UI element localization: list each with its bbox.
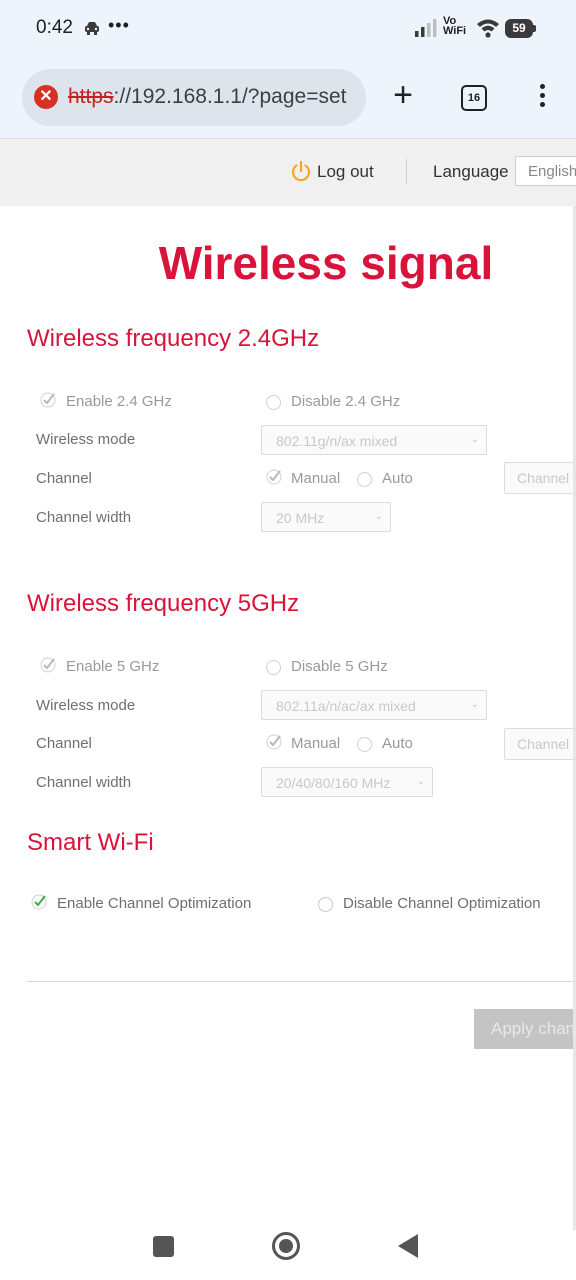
enable-24ghz-label: Enable 2.4 GHz (66, 393, 172, 410)
disable-24ghz-label: Disable 2.4 GHz (291, 393, 401, 410)
language-select[interactable]: English (515, 156, 576, 186)
power-icon[interactable] (290, 160, 312, 182)
enable-5ghz-label: Enable 5 GHz (66, 658, 160, 675)
manual-24-label: Manual (291, 470, 341, 487)
auto-24-radio[interactable] (357, 472, 372, 487)
car-icon (85, 22, 99, 35)
status-time: 0:42 (36, 17, 73, 38)
disable-24ghz-radio[interactable] (266, 395, 281, 410)
chevron-down-icon: ⌄ (416, 776, 425, 787)
logout-link[interactable]: Log out (317, 162, 374, 182)
enable-24ghz-radio[interactable] (40, 392, 56, 408)
wireless-mode-5-label: Wireless mode (36, 697, 136, 714)
browser-menu-icon[interactable] (532, 84, 552, 114)
disable-optimization-label: Disable Channel Optimization (343, 895, 541, 912)
wireless-mode-24-select[interactable]: 802.11g/n/ax mixed ⌄ (261, 425, 487, 455)
back-button[interactable] (398, 1234, 418, 1258)
enable-optimization-label: Enable Channel Optimization (57, 895, 252, 912)
home-button[interactable] (271, 1231, 301, 1261)
new-tab-button[interactable]: + (388, 78, 418, 114)
channel-width-24-value: 20 MHz (276, 510, 325, 526)
channel-24-input[interactable]: Channel (504, 462, 576, 494)
auto-24-label: Auto (382, 470, 413, 487)
wireless-mode-24-value: 802.11g/n/ax mixed (276, 433, 398, 449)
wireless-mode-24-label: Wireless mode (36, 431, 136, 448)
channel-width-24-select[interactable]: 20 MHz ⌄ (261, 502, 391, 532)
page-title: Wireless signal (158, 237, 494, 289)
chevron-down-icon: ⌄ (470, 434, 479, 445)
tab-switcher-button[interactable]: 16 (461, 85, 487, 111)
disable-5ghz-label: Disable 5 GHz (291, 658, 388, 675)
chevron-down-icon: ⌄ (374, 511, 383, 522)
channel-width-24-label: Channel width (36, 509, 132, 526)
url-rest: ://192.168.1.1/?page=set (113, 85, 347, 108)
enable-optimization-radio[interactable] (31, 894, 47, 910)
auto-5-label: Auto (382, 735, 413, 752)
section-divider (27, 981, 576, 982)
auto-5-radio[interactable] (357, 737, 372, 752)
channel-width-5-value: 20/40/80/160 MHz (276, 775, 391, 791)
header-divider (406, 159, 407, 184)
wireless-mode-5-select[interactable]: 802.11a/n/ac/ax mixed ⌄ (261, 690, 487, 720)
channel-5-input[interactable]: Channel (504, 728, 576, 760)
section-title-5ghz: Wireless frequency 5GHz (27, 590, 300, 617)
chevron-down-icon: ⌄ (470, 699, 479, 710)
enable-5ghz-radio[interactable] (40, 657, 56, 673)
disable-5ghz-radio[interactable] (266, 660, 281, 675)
manual-5-radio[interactable] (266, 734, 282, 750)
recents-button[interactable] (153, 1236, 174, 1257)
channel-5-label: Channel (36, 735, 92, 752)
manual-5-label: Manual (291, 735, 341, 752)
signal-icon (415, 19, 437, 37)
battery-tip (533, 25, 536, 32)
channel-width-5-select[interactable]: 20/40/80/160 MHz ⌄ (261, 767, 433, 797)
vowifi-line2: WiFi (443, 25, 467, 37)
apply-changes-button[interactable]: Apply changes (474, 1009, 576, 1049)
section-title-24ghz: Wireless frequency 2.4GHz (27, 325, 320, 352)
channel-width-5-label: Channel width (36, 774, 132, 791)
section-title-smart-wifi: Smart Wi-Fi (27, 829, 154, 856)
url-scheme: https (68, 85, 114, 108)
vowifi-indicator: Vo WiFi (443, 16, 467, 37)
not-secure-icon[interactable]: ✕ (34, 85, 58, 109)
manual-24-radio[interactable] (266, 469, 282, 485)
language-label: Language (433, 162, 509, 181)
wifi-icon (477, 19, 499, 38)
battery-icon: 59 (505, 19, 533, 38)
channel-24-label: Channel (36, 470, 92, 487)
url-text[interactable]: https://192.168.1.1/?page=set (68, 85, 358, 109)
disable-optimization-radio[interactable] (318, 897, 333, 912)
more-notifications-icon: ••• (108, 15, 130, 35)
wireless-mode-5-value: 802.11a/n/ac/ax mixed (276, 698, 416, 714)
